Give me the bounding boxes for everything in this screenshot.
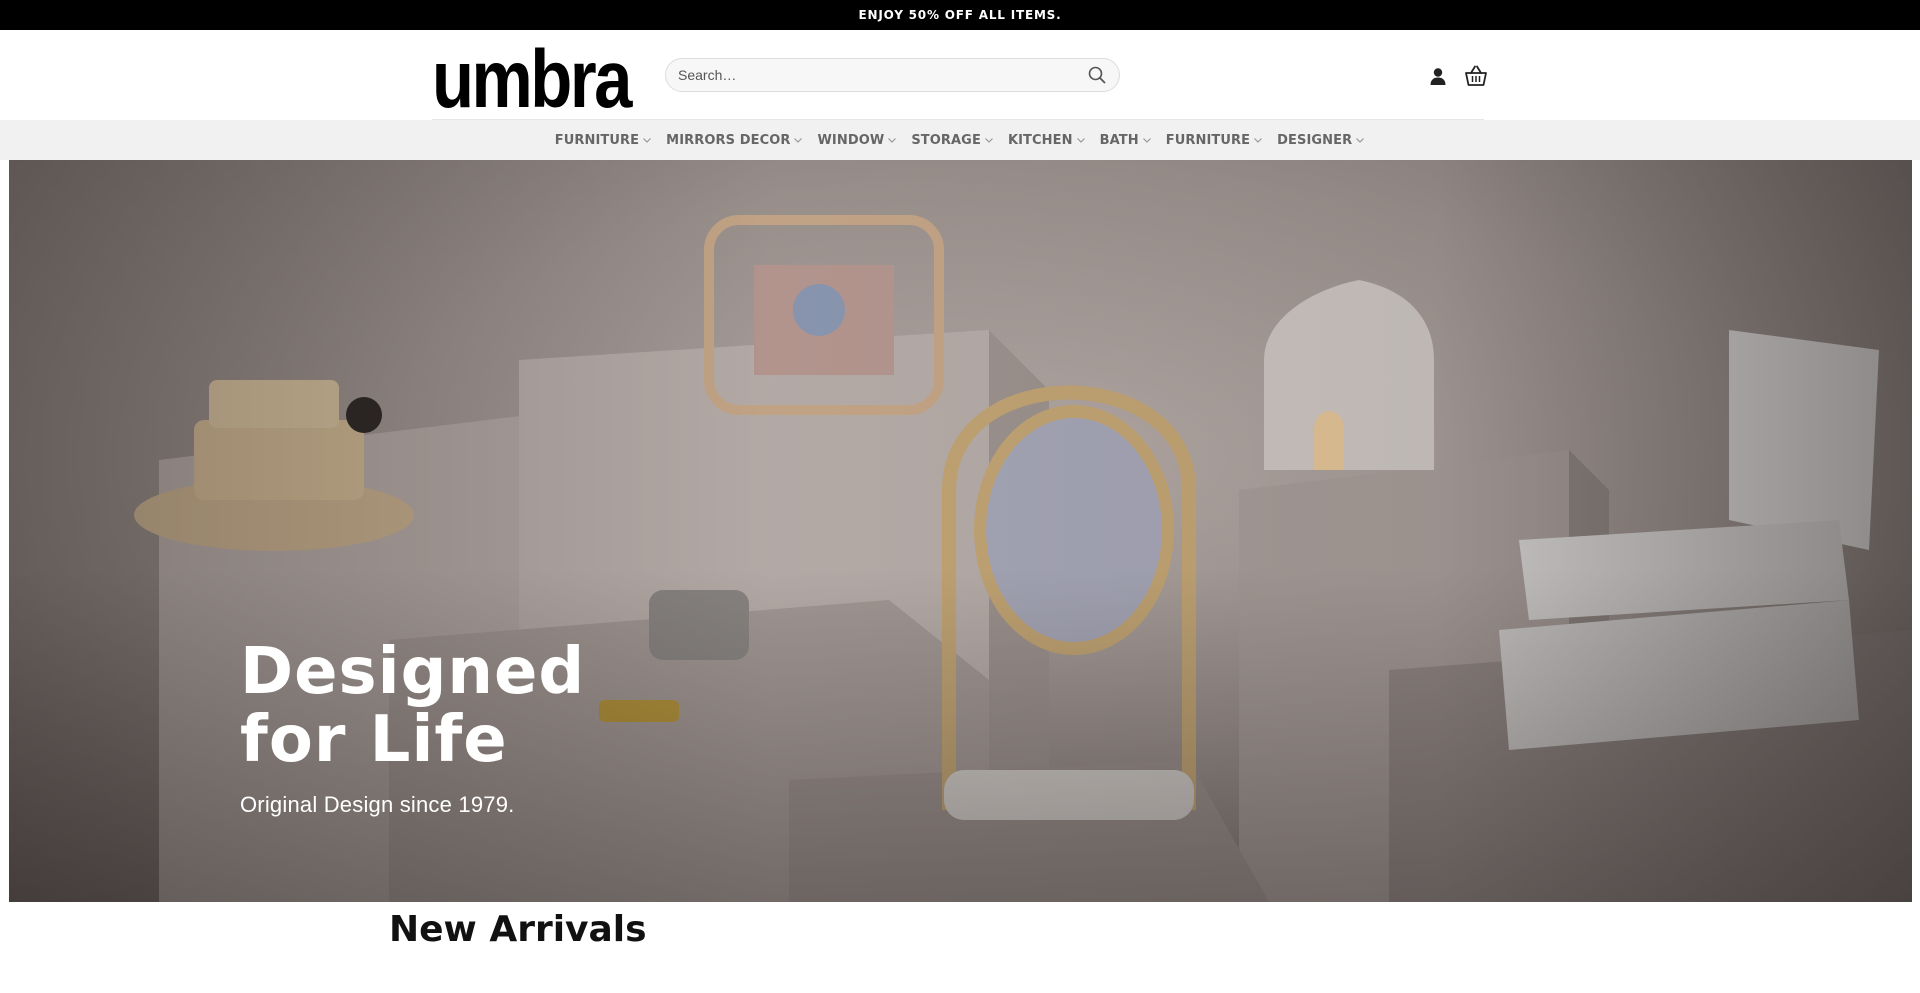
chevron-down-icon bbox=[1253, 135, 1263, 145]
site-header: umbra bbox=[0, 30, 1920, 121]
nav-item-window[interactable]: WINDOW bbox=[817, 133, 897, 148]
nav-item-label: FURNITURE bbox=[1165, 132, 1251, 148]
chevron-down-icon bbox=[984, 135, 994, 145]
chevron-down-icon bbox=[1076, 135, 1086, 145]
search-bar bbox=[665, 58, 1120, 92]
hero-overlay bbox=[9, 160, 1912, 902]
chevron-down-icon bbox=[1355, 135, 1365, 145]
announcement-text: ENJOY 50% OFF ALL ITEMS. bbox=[858, 8, 1062, 22]
nav-item-furniture-2[interactable]: FURNITURE bbox=[1166, 133, 1263, 148]
nav-item-label: WINDOW bbox=[817, 132, 885, 148]
nav-item-storage[interactable]: STORAGE bbox=[911, 133, 994, 148]
chevron-down-icon bbox=[887, 135, 897, 145]
nav-item-label: STORAGE bbox=[911, 132, 981, 148]
nav-item-label: BATH bbox=[1099, 132, 1139, 148]
nav-item-kitchen[interactable]: KITCHEN bbox=[1008, 133, 1086, 148]
chevron-down-icon bbox=[1142, 135, 1152, 145]
nav-item-label: DESIGNER bbox=[1277, 132, 1353, 148]
hero-title: Designed for Life bbox=[240, 638, 585, 774]
chevron-down-icon bbox=[793, 135, 803, 145]
nav-item-mirrors-decor[interactable]: MIRRORS DECOR bbox=[666, 133, 803, 148]
hero-title-line: Designed bbox=[240, 635, 586, 709]
main-nav: FURNITURE MIRRORS DECOR WINDOW STORAGE K… bbox=[0, 120, 1920, 160]
cart-icon[interactable] bbox=[1463, 63, 1489, 89]
chevron-down-icon bbox=[642, 135, 652, 145]
nav-item-bath[interactable]: BATH bbox=[1100, 133, 1152, 148]
nav-item-label: MIRRORS DECOR bbox=[666, 132, 791, 148]
search-input[interactable] bbox=[678, 67, 1087, 83]
nav-item-label: KITCHEN bbox=[1007, 132, 1073, 148]
brand-logo[interactable]: umbra bbox=[432, 39, 632, 121]
account-icon[interactable] bbox=[1425, 63, 1451, 89]
nav-item-designer[interactable]: DESIGNER bbox=[1277, 133, 1365, 148]
header-actions bbox=[1425, 63, 1489, 89]
announcement-bar: ENJOY 50% OFF ALL ITEMS. bbox=[0, 0, 1920, 30]
new-arrivals-heading: New Arrivals bbox=[389, 909, 647, 950]
hero-subtitle: Original Design since 1979. bbox=[240, 792, 515, 817]
hero-title-line: for Life bbox=[240, 703, 508, 777]
nav-item-furniture[interactable]: FURNITURE bbox=[555, 133, 652, 148]
nav-item-label: FURNITURE bbox=[554, 132, 640, 148]
hero-banner[interactable]: Designed for Life Original Design since … bbox=[9, 160, 1912, 902]
search-icon[interactable] bbox=[1087, 65, 1107, 85]
